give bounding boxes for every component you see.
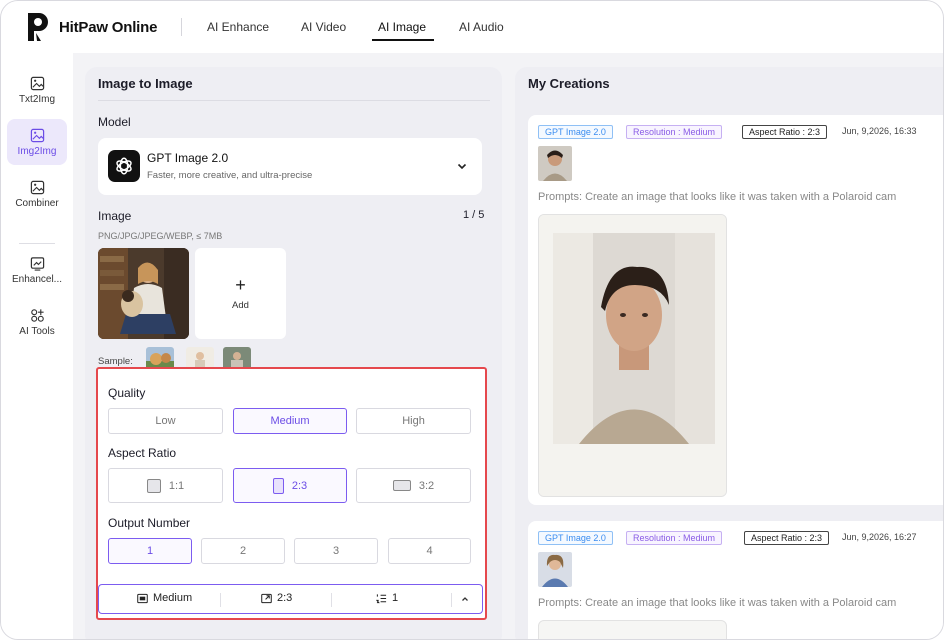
creation-card: GPT Image 2.0 Resolution : Medium Aspect… [528, 115, 943, 505]
prompt-text: Prompts: Create an image that looks like… [538, 597, 897, 609]
sidebar-item-label: Img2Img [17, 145, 57, 157]
nav-ai-image[interactable]: AI Image [378, 20, 426, 34]
brand-logo[interactable]: HitPaw Online [25, 11, 157, 43]
image-icon [30, 180, 44, 194]
aspect-option-2-3[interactable]: 2:3 [233, 468, 347, 503]
quality-option-low[interactable]: Low [108, 408, 223, 434]
tools-icon [30, 308, 44, 322]
generation-settings: Quality Low Medium High Aspect Ratio 1:1… [96, 367, 487, 620]
model-description: Faster, more creative, and ultra-precise [147, 170, 313, 181]
openai-logo-icon [108, 150, 140, 182]
prompt-text: Prompts: Create an image that looks like… [538, 191, 897, 203]
portrait-ratio-icon [272, 477, 284, 494]
aspect-option-3-2[interactable]: 3:2 [356, 468, 471, 503]
resolution-icon [137, 593, 148, 603]
source-image-thumbnail[interactable] [538, 146, 572, 181]
sidebar-item-img2img[interactable]: Img2Img [7, 119, 67, 165]
aspect-option-label: 2:3 [291, 479, 308, 492]
creation-card: GPT Image 2.0 Resolution : Medium Aspect… [528, 521, 943, 639]
creations-title: My Creations [528, 76, 610, 91]
sidebar-item-label: Txt2Img [18, 93, 56, 105]
aspect-option-label: 3:2 [418, 479, 435, 492]
nav-ai-audio[interactable]: AI Audio [459, 20, 504, 34]
panel-title: Image to Image [98, 76, 193, 91]
model-label: Model [98, 115, 131, 129]
brand-name: HitPaw Online [59, 18, 158, 36]
summary-aspect-value: 2:3 [277, 592, 293, 604]
quality-label: Quality [108, 386, 146, 400]
sidebar: Txt2Img Img2Img Combiner Enhancel... AI … [1, 53, 73, 639]
aspect-ratio-tag: Aspect Ratio : 2:3 [744, 531, 830, 545]
output-option-2[interactable]: 2 [201, 538, 285, 564]
sample-label: Sample: [98, 356, 133, 367]
summary-divider [451, 593, 452, 607]
sidebar-item-txt2img[interactable]: Txt2Img [7, 67, 67, 113]
sidebar-item-combiner[interactable]: Combiner [7, 171, 67, 217]
panel-divider [98, 100, 490, 101]
summary-aspect: 2:3 [261, 592, 292, 604]
output-option-1[interactable]: 1 [108, 538, 192, 564]
uploaded-image-thumbnail[interactable] [98, 248, 189, 339]
sidebar-item-enhancer[interactable]: Enhancel... [7, 247, 67, 293]
my-creations-panel: My Creations GPT Image 2.0 Resolution : … [515, 67, 943, 639]
resolution-tag: Resolution : Medium [626, 531, 723, 545]
model-name: GPT Image 2.0 [147, 151, 229, 165]
resolution-tag: Resolution : Medium [626, 125, 723, 139]
enhance-icon [30, 256, 44, 271]
nav-ai-video[interactable]: AI Video [301, 20, 346, 34]
summary-divider [331, 593, 332, 607]
summary-count: 1 [376, 592, 398, 604]
aspect-ratio-label: Aspect Ratio [108, 446, 177, 460]
aspect-ratio-icon [261, 593, 272, 603]
creation-date: Jun, 9,2026, 16:27 [842, 532, 917, 542]
summary-count-value: 1 [392, 592, 399, 604]
output-number-label: Output Number [108, 516, 191, 530]
top-navigation: HitPaw Online AI Enhance AI Video AI Ima… [1, 1, 943, 53]
plus-icon: + [235, 275, 246, 295]
chevron-up-icon[interactable] [460, 594, 470, 604]
sidebar-item-label: Enhancel... [11, 273, 63, 285]
square-ratio-icon [146, 478, 161, 493]
formats-hint: PNG/JPG/JPEG/WEBP, ≤ 7MB [98, 231, 223, 241]
hitpaw-logo-icon [28, 13, 48, 41]
app-window: HitPaw Online AI Enhance AI Video AI Ima… [0, 0, 944, 640]
summary-divider [220, 593, 221, 607]
generated-image[interactable] [538, 620, 727, 639]
landscape-ratio-icon [392, 480, 411, 491]
output-option-3[interactable]: 3 [294, 538, 378, 564]
add-image-button[interactable]: + Add [195, 248, 286, 339]
aspect-option-1-1[interactable]: 1:1 [108, 468, 223, 503]
generated-image[interactable] [538, 214, 727, 497]
sidebar-item-label: Combiner [15, 197, 59, 209]
output-option-4[interactable]: 4 [388, 538, 471, 564]
sidebar-divider [19, 243, 55, 244]
nav-active-indicator [372, 39, 434, 41]
image-icon [30, 128, 44, 142]
model-selector[interactable]: GPT Image 2.0 Faster, more creative, and… [98, 138, 482, 195]
aspect-ratio-tag: Aspect Ratio : 2:3 [742, 125, 828, 139]
model-tag: GPT Image 2.0 [538, 125, 613, 139]
sidebar-item-ai-tools[interactable]: AI Tools [7, 299, 67, 345]
chevron-down-icon[interactable] [456, 160, 468, 172]
aspect-option-label: 1:1 [168, 479, 185, 492]
summary-quality-value: Medium [153, 592, 193, 604]
sidebar-item-label: AI Tools [19, 325, 55, 337]
add-label: Add [232, 300, 249, 311]
image-label: Image [98, 209, 132, 223]
model-tag: GPT Image 2.0 [538, 531, 613, 545]
nav-ai-enhance[interactable]: AI Enhance [207, 20, 269, 34]
settings-summary-bar[interactable]: Medium 2:3 1 [98, 584, 483, 614]
numbered-list-icon [376, 593, 387, 603]
image-icon [30, 76, 44, 90]
quality-option-high[interactable]: High [356, 408, 471, 434]
nav-divider [181, 18, 182, 36]
summary-quality: Medium [137, 592, 192, 604]
image-count: 1 / 5 [463, 209, 485, 221]
source-image-thumbnail[interactable] [538, 552, 572, 587]
quality-option-medium[interactable]: Medium [233, 408, 347, 434]
creation-date: Jun, 9,2026, 16:33 [842, 126, 917, 136]
